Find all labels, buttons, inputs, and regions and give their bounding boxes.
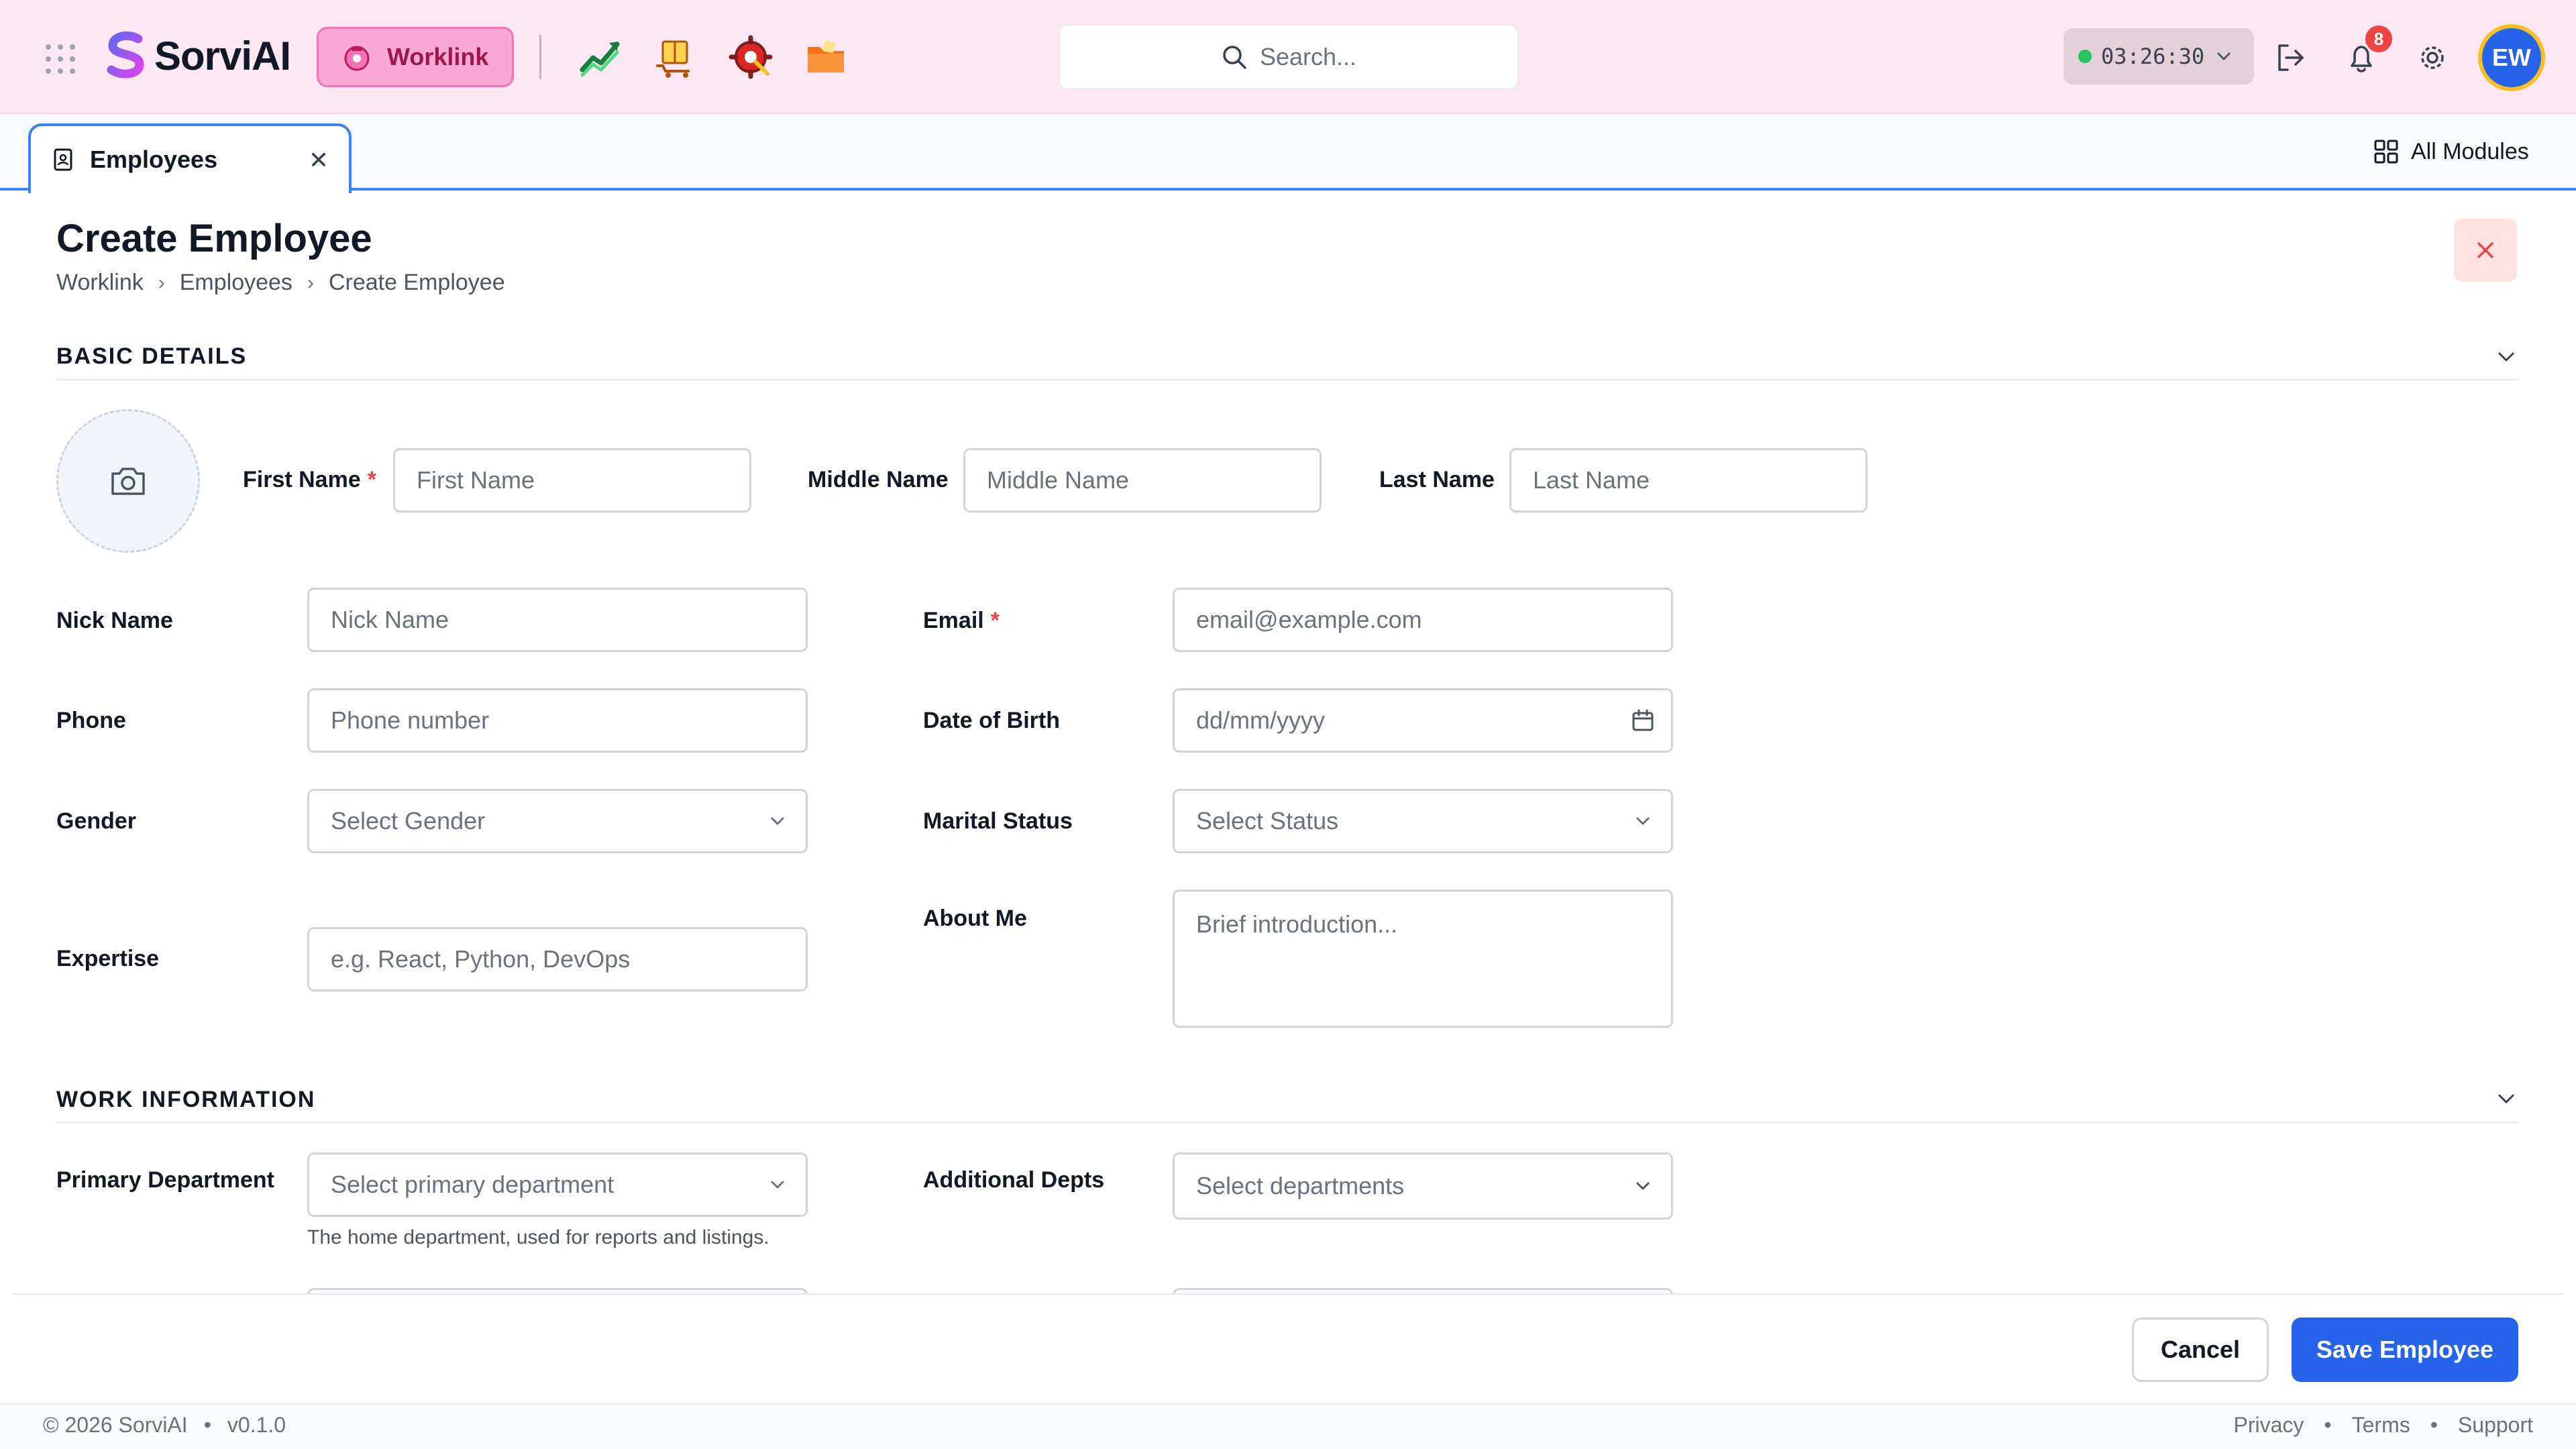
growth-chart-icon[interactable]: [578, 35, 623, 79]
expertise-input[interactable]: e.g. React, Python, DevOps: [307, 927, 808, 991]
id-badge-icon: [54, 148, 72, 171]
camera-icon: [111, 468, 145, 495]
gear-icon[interactable]: [2415, 40, 2450, 75]
last-name-input[interactable]: Last Name: [1509, 448, 1868, 513]
all-modules-label: All Modules: [2411, 138, 2529, 164]
action-bar-divider: [13, 1293, 2563, 1295]
footer-links: Privacy • Terms • Support: [2234, 1413, 2534, 1438]
primary-department-hint: The home department, used for reports an…: [307, 1226, 769, 1248]
search-placeholder: Search...: [1259, 43, 1357, 70]
tab-bar: [0, 114, 2576, 191]
photo-upload-button[interactable]: [56, 409, 200, 553]
email-field[interactable]: email@example.com: [1173, 588, 1673, 652]
app-launcher-icon[interactable]: [46, 44, 75, 74]
footer-left: © 2026 SorviAI • v0.1.0: [43, 1413, 286, 1438]
marital-status-label: Marital Status: [923, 808, 1073, 834]
support-link[interactable]: Support: [2458, 1413, 2533, 1438]
chevron-down-icon: [1636, 817, 1650, 825]
chevron-down-icon[interactable]: [2493, 1085, 2520, 1112]
gear-service-icon[interactable]: [729, 35, 773, 79]
additional-depts-select[interactable]: Select departments: [1173, 1152, 1673, 1220]
first-name-input[interactable]: First Name: [393, 448, 751, 513]
copyright: © 2026 SorviAI: [43, 1413, 188, 1437]
timer-value: 03:26:30: [2101, 44, 2205, 69]
primary-department-select[interactable]: Select primary department: [307, 1152, 808, 1217]
section-basic-details-title: BASIC DETAILS: [56, 343, 248, 369]
chevron-down-icon[interactable]: [2493, 343, 2520, 370]
version: v0.1.0: [227, 1413, 286, 1437]
dob-label: Date of Birth: [923, 708, 1060, 733]
dob-input[interactable]: dd/mm/yyyy: [1173, 688, 1673, 753]
global-search-input[interactable]: Search...: [1059, 24, 1519, 90]
bullet: •: [2430, 1413, 2438, 1437]
nick-name-label: Nick Name: [56, 608, 173, 633]
page-title: Create Employee: [56, 217, 372, 260]
section-divider: [56, 379, 2518, 380]
cancel-button[interactable]: Cancel: [2132, 1318, 2269, 1382]
additional-depts-label: Additional Depts: [923, 1167, 1105, 1193]
worklink-icon: [344, 46, 370, 71]
tab-employees-label: Employees: [90, 146, 218, 173]
breadcrumb: Worklink › Employees › Create Employee: [56, 270, 505, 296]
middle-name-label: Middle Name: [808, 467, 949, 492]
app-name: SorviAI: [154, 34, 291, 78]
tab-employees[interactable]: Employees ✕: [28, 123, 352, 193]
primary-department-label: Primary Department: [56, 1167, 275, 1193]
phone-input[interactable]: Phone number: [307, 688, 808, 753]
worklink-module-button[interactable]: Worklink: [317, 27, 514, 87]
breadcrumb-item[interactable]: Employees: [180, 270, 292, 296]
user-avatar[interactable]: EW: [2478, 24, 2545, 91]
about-me-label: About Me: [923, 906, 1027, 931]
expertise-label: Expertise: [56, 946, 160, 971]
gender-label: Gender: [56, 808, 137, 834]
privacy-link[interactable]: Privacy: [2234, 1413, 2304, 1438]
close-icon: [2477, 242, 2493, 258]
email-label: Email *: [923, 608, 1000, 633]
folder-icon[interactable]: [804, 35, 848, 79]
divider: [539, 35, 541, 79]
nick-name-input[interactable]: Nick Name: [307, 588, 808, 652]
section-work-information-title: WORK INFORMATION: [56, 1087, 316, 1112]
chevron-down-icon: [771, 817, 784, 825]
all-modules-button[interactable]: All Modules: [2373, 131, 2529, 172]
chevron-right-icon: ›: [307, 271, 314, 294]
sorviai-logo-icon: [107, 31, 144, 78]
grid-icon: [2374, 140, 2398, 164]
chevron-down-icon: [2217, 52, 2231, 60]
logout-icon[interactable]: [2273, 40, 2308, 75]
chevron-right-icon: ›: [158, 271, 165, 294]
status-dot: [2078, 50, 2092, 63]
phone-label: Phone: [56, 708, 126, 733]
worklink-label: Worklink: [387, 43, 489, 70]
notification-badge: 8: [2365, 25, 2392, 52]
about-me-textarea[interactable]: Brief introduction...: [1173, 890, 1673, 1028]
close-form-button[interactable]: [2454, 219, 2517, 282]
first-name-label: First Name *: [243, 467, 376, 492]
chevron-down-icon: [1636, 1182, 1650, 1190]
footer: [0, 1403, 2576, 1449]
breadcrumb-item: Create Employee: [328, 270, 505, 295]
search-icon: [1223, 46, 1246, 69]
close-tab-icon[interactable]: ✕: [309, 146, 329, 174]
last-name-label: Last Name: [1379, 467, 1495, 492]
time-tracker-button[interactable]: 03:26:30: [2063, 28, 2254, 85]
gender-select[interactable]: Select Gender: [307, 789, 808, 853]
bullet: •: [2324, 1413, 2332, 1437]
calendar-icon[interactable]: [1629, 707, 1656, 734]
middle-name-input[interactable]: Middle Name: [963, 448, 1322, 513]
breadcrumb-item[interactable]: Worklink: [56, 270, 144, 296]
save-employee-button[interactable]: Save Employee: [2292, 1318, 2518, 1382]
section-divider: [56, 1122, 2518, 1123]
bullet: •: [203, 1413, 211, 1437]
box-cart-icon[interactable]: [653, 35, 698, 79]
terms-link[interactable]: Terms: [2352, 1413, 2410, 1438]
chevron-down-icon: [771, 1181, 784, 1189]
marital-status-select[interactable]: Select Status: [1173, 789, 1673, 853]
